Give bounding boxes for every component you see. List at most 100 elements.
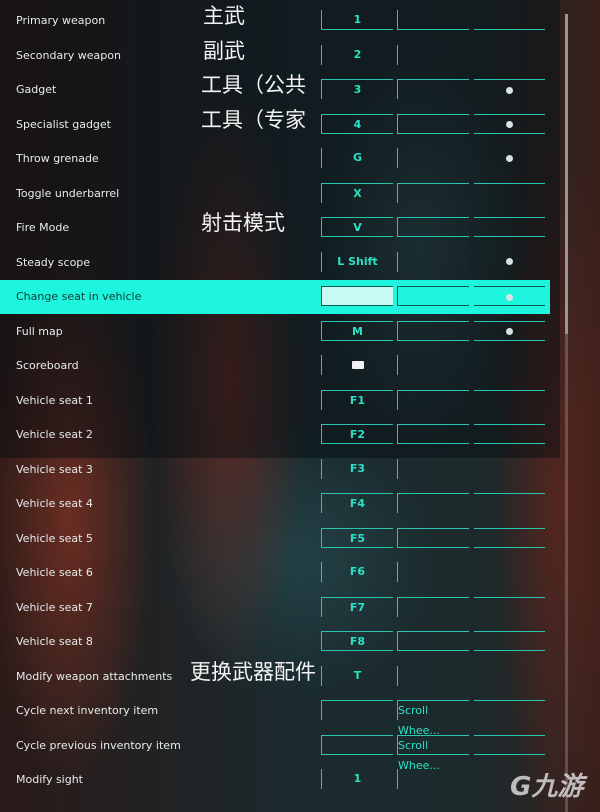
action-label: Scoreboard [16,359,79,372]
secondary-key-slot[interactable] [397,458,469,479]
secondary-key-slot[interactable] [397,79,469,99]
primary-key-slot[interactable]: F3 [321,458,393,479]
secondary-key-slot[interactable] [397,44,469,65]
annotation-note: 主武 [203,4,245,28]
keybinding-row[interactable]: Modify weapon attachments 更换武器配件 T [0,660,550,694]
primary-key-slot[interactable]: F5 [321,527,393,548]
primary-key-slot[interactable]: G [321,148,393,168]
controller-key-slot[interactable] [474,562,545,582]
keybinding-row[interactable]: Fire Mode 射击模式 V [0,211,550,245]
keybinding-row[interactable]: Primary weapon 主武 1 [0,4,550,38]
secondary-key-slot[interactable] [397,665,469,686]
secondary-key-slot[interactable] [397,355,469,375]
secondary-key-slot[interactable] [397,251,469,272]
primary-key-slot[interactable]: M [321,320,393,341]
controller-key-slot[interactable] [474,355,545,375]
keybinding-row[interactable]: Vehicle seat 8 F8 [0,625,550,659]
primary-key-slot[interactable]: 3 [321,79,393,99]
controller-key-slot[interactable] [474,631,545,651]
action-label: Specialist gadget [16,117,111,131]
controller-key-slot[interactable] [474,734,545,755]
controller-key-slot[interactable] [474,10,545,30]
secondary-key-slot[interactable] [397,286,469,306]
keybinding-row[interactable]: Throw grenade G [0,142,550,176]
controller-key-slot[interactable] [474,148,545,168]
primary-key-slot[interactable]: F6 [321,562,393,582]
secondary-key-slot[interactable] [397,148,469,168]
secondary-key-slot[interactable] [397,389,469,410]
primary-key-slot[interactable] [321,734,393,755]
keybinding-row[interactable]: Cycle previous inventory item Scroll Whee… [0,729,550,772]
secondary-key-slot[interactable] [397,10,469,30]
primary-key-slot[interactable]: F1 [321,389,393,410]
secondary-key-slot[interactable] [397,562,469,582]
action-label: Vehicle seat 3 [16,462,93,476]
controller-key-slot[interactable] [474,700,545,720]
secondary-key-slot[interactable] [397,217,469,237]
keybinding-row[interactable]: Vehicle seat 5 F5 [0,522,550,556]
primary-key-slot[interactable] [321,355,393,375]
action-label: Gadget [16,83,57,96]
controller-key-slot[interactable] [474,45,545,65]
controller-key-slot[interactable] [474,666,545,686]
controller-key-slot[interactable] [474,252,545,272]
controller-key-slot[interactable] [474,459,545,479]
primary-key-slot[interactable]: F4 [321,493,393,513]
secondary-key-slot[interactable]: Scroll Whee... [397,734,469,772]
action-label: Vehicle seat 2 [16,428,93,441]
primary-key-slot[interactable]: V [321,217,393,237]
primary-key-slot[interactable]: F2 [321,424,393,444]
secondary-key-slot[interactable] [397,596,469,617]
secondary-key-slot[interactable]: Scroll Whee... [397,700,469,737]
secondary-key-slot[interactable] [397,182,469,203]
keybinding-row[interactable]: Scoreboard [0,349,550,383]
keybinding-row[interactable]: Secondary weapon 副武 2 [0,39,550,73]
secondary-key-slot[interactable] [397,493,469,513]
keybinding-row[interactable]: Steady scope L Shift [0,246,550,280]
primary-key-slot[interactable]: X [321,182,393,203]
keybinding-row[interactable]: Toggle underbarrel X [0,177,550,211]
keybinding-row[interactable]: Vehicle seat 1 F1 [0,384,550,418]
primary-key-slot[interactable]: F8 [321,631,393,651]
controller-key-slot[interactable] [474,320,545,341]
controller-key-slot[interactable] [474,389,545,410]
primary-key-slot[interactable]: L Shift [321,251,393,272]
keybinding-row[interactable]: Vehicle seat 2 F2 [0,418,550,452]
keybinding-row[interactable]: Vehicle seat 6 F6 [0,556,550,590]
controller-key-slot[interactable] [474,596,545,617]
controller-key-slot[interactable] [474,79,545,99]
controller-key-slot[interactable] [474,113,545,134]
controller-key-slot[interactable] [474,424,545,444]
keybinding-row[interactable]: Specialist gadget 工具（专家 4 [0,108,550,142]
primary-key-slot[interactable] [321,286,393,306]
primary-key-slot[interactable]: 1 [321,769,393,789]
controller-key-slot[interactable] [474,217,545,237]
secondary-key-slot[interactable] [397,113,469,134]
primary-key-slot[interactable]: T [321,665,393,686]
secondary-key-slot[interactable] [397,527,469,548]
controller-key-slot[interactable] [474,182,545,203]
secondary-key-slot[interactable] [397,424,469,444]
primary-key-slot[interactable]: 2 [321,44,393,65]
secondary-key-slot[interactable] [397,320,469,341]
keybinding-row[interactable]: Vehicle seat 7 F7 [0,591,550,625]
controller-key-slot[interactable] [474,493,545,513]
scrollbar-thumb[interactable] [565,14,568,334]
primary-key-slot[interactable]: F7 [321,596,393,617]
controller-key-slot[interactable] [474,286,545,306]
secondary-key-slot[interactable] [397,769,469,789]
annotation-note: 工具（专家 [201,107,306,132]
keybinding-row[interactable]: Vehicle seat 3 F3 [0,453,550,487]
primary-key-slot[interactable]: 4 [321,113,393,134]
controller-key-slot[interactable] [474,527,545,548]
keybinding-row[interactable]: Vehicle seat 4 F4 [0,487,550,521]
keybinding-row[interactable]: Change seat in vehicle [0,280,550,314]
primary-key-slot[interactable]: 1 [321,10,393,30]
secondary-key-slot[interactable] [397,631,469,651]
primary-key-slot[interactable] [321,700,393,720]
keybinding-row[interactable]: Full map M [0,315,550,349]
keybinding-row[interactable]: Cycle next inventory item Scroll Whee... [0,694,550,737]
keybinding-row[interactable]: Gadget 工具（公共 3 [0,73,550,107]
keybinding-row[interactable]: Modify sight 1 [0,763,550,797]
action-label: Toggle underbarrel [16,186,120,200]
